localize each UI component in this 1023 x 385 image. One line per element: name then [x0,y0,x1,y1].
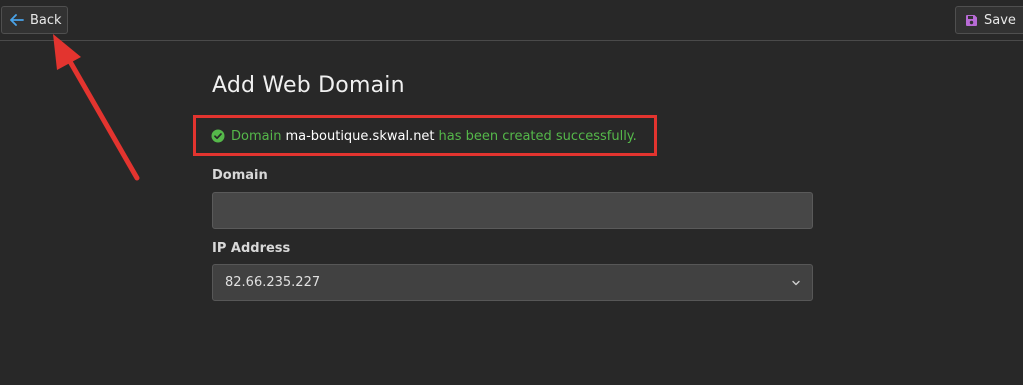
arrow-left-icon [10,14,24,26]
ip-address-selected-value: 82.66.235.227 [225,275,321,290]
alert-prefix: Domain [231,128,282,144]
save-icon [965,14,978,27]
ip-address-label: IP Address [212,241,291,256]
domain-input[interactable] [212,192,813,229]
alert-domain-name: ma-boutique.skwal.net [285,128,435,144]
domain-label: Domain [212,168,268,183]
save-button[interactable]: Save [955,6,1023,34]
ip-address-select[interactable]: 82.66.235.227 [212,264,813,301]
alert-suffix: has been created successfully. [438,128,637,144]
back-button[interactable]: Back [1,6,68,34]
success-alert: Domain ma-boutique.skwal.net has been cr… [211,126,637,146]
back-button-label: Back [30,12,62,28]
toolbar: Back Save [0,0,1023,41]
check-circle-icon [211,129,225,143]
save-button-label: Save [984,12,1016,28]
page-title: Add Web Domain [212,73,405,98]
chevron-down-icon [791,277,801,292]
